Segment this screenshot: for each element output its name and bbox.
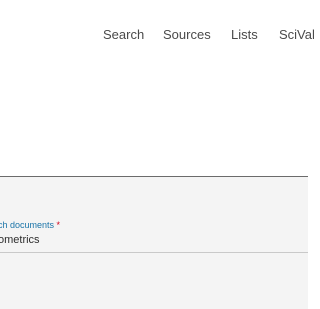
required-marker: * [56,220,61,230]
search-input[interactable] [0,232,288,248]
nav-link-lists[interactable]: Lists [231,27,258,43]
top-navigation-bar: Search Sources Lists SciVal [0,0,315,70]
search-field-label: ch documents * [0,219,60,231]
search-field-underline [0,252,308,253]
search-field-label-text: ch documents [0,220,55,230]
search-documents-field: ch documents * [0,212,308,256]
nav-link-search[interactable]: Search [103,27,144,43]
nav-link-scival[interactable]: SciVal [279,27,315,43]
nav-link-sources[interactable]: Sources [163,27,211,43]
page-header-area [0,70,308,176]
